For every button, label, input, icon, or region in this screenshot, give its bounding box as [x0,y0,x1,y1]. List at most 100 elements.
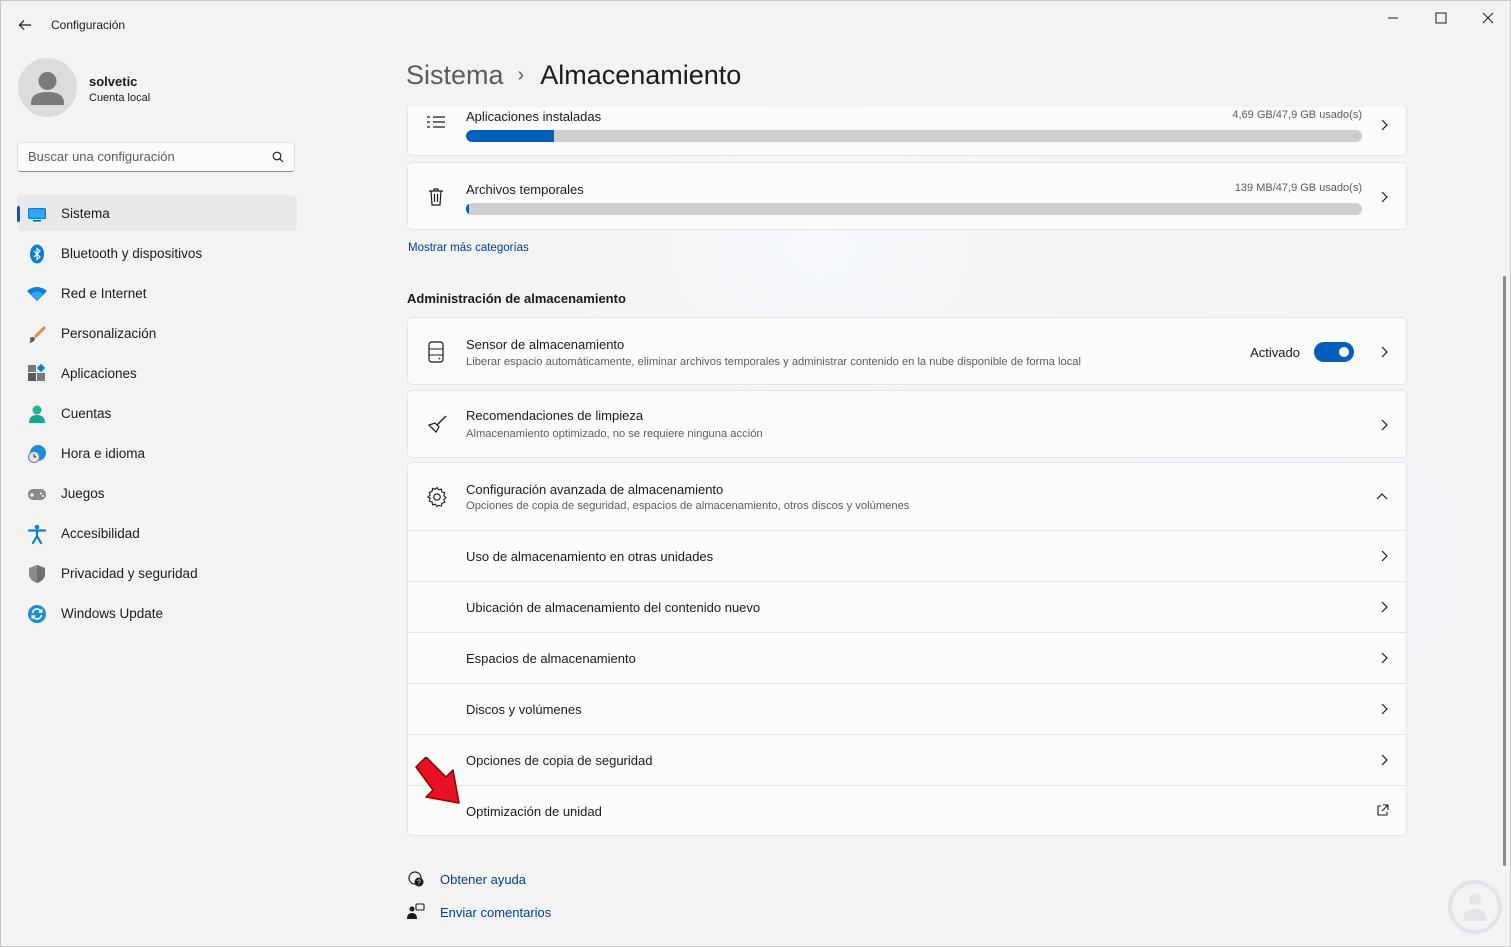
advanced-item-other-drives[interactable]: Uso de almacenamiento en otras unidades [408,530,1406,581]
sidebar-item-privacidad[interactable]: Privacidad y seguridad [17,555,297,591]
storage-category-installed-apps[interactable]: Aplicaciones instaladas 4,69 GB/47,9 GB … [407,107,1407,156]
advanced-item-label: Optimización de unidad [466,804,602,819]
advanced-storage-description: Opciones de copia de seguridad, espacios… [466,500,910,512]
advanced-item-backup-options[interactable]: Opciones de copia de seguridad [408,734,1406,785]
close-button[interactable] [1465,6,1511,30]
apps-icon [28,364,46,381]
advanced-item-label: Uso de almacenamiento en otras unidades [466,549,714,564]
trash-icon [429,188,443,206]
search-icon[interactable] [272,151,284,163]
sidebar-item-label: Cuentas [61,406,112,421]
avatar[interactable] [18,58,77,117]
gear-icon [427,486,447,508]
usage-bar [466,130,1362,142]
profile-account-type: Cuenta local [89,92,151,104]
sidebar-nav: Sistema Bluetooth y dispositivos Red e I… [17,195,297,635]
minimize-icon [1388,17,1398,19]
user-silhouette-icon [31,72,64,105]
wifi-icon [27,287,47,301]
title-bar: Configuración [0,0,1511,48]
sidebar-item-juegos[interactable]: Juegos [17,475,297,511]
advanced-storage-title: Configuración avanzada de almacenamiento [466,482,724,497]
svg-text:?: ? [417,880,421,887]
sidebar-item-label: Bluetooth y dispositivos [61,246,203,261]
storage-category-temp-files[interactable]: Archivos temporales 139 MB/47,9 GB usado… [407,162,1407,230]
chevron-right-icon [1381,191,1388,203]
usage-bar-fill [466,203,469,215]
advanced-item-storage-spaces[interactable]: Espacios de almacenamiento [408,632,1406,683]
chevron-up-icon [1376,493,1388,500]
advanced-storage-settings-card: Configuración avanzada de almacenamiento… [407,462,1407,836]
sidebar-item-label: Hora e idioma [61,446,146,461]
usage-bar-fill [466,130,554,142]
broom-icon [427,415,447,433]
get-help-label: Obtener ayuda [440,872,527,887]
category-usage: 4,69 GB/47,9 GB usado(s) [1232,109,1362,121]
page-title: Almacenamiento [540,60,742,90]
toggle-state-label: Activado [1250,345,1300,360]
annotation-arrow-icon [415,757,460,804]
sidebar-item-personalizacion[interactable]: Personalización [17,315,297,351]
feedback-icon [407,903,425,919]
sidebar-item-cuentas[interactable]: Cuentas [17,395,297,431]
chevron-right-icon [1381,703,1388,715]
cleanup-recommendations-card[interactable]: Recomendaciones de limpieza Almacenamien… [407,390,1407,458]
sidebar-item-hora[interactable]: Hora e idioma [17,435,297,471]
storage-sense-card[interactable]: Sensor de almacenamiento Liberar espacio… [407,317,1407,385]
watermark-logo-icon [1448,880,1502,934]
category-usage: 139 MB/47,9 GB usado(s) [1234,182,1362,194]
external-link-icon [1377,804,1389,816]
advanced-item-drive-optimization[interactable]: Optimización de unidad [408,785,1406,836]
sidebar-item-windows-update[interactable]: Windows Update [17,595,297,631]
cleanup-description: Almacenamiento optimizado, no se requier… [466,428,763,440]
chevron-right-icon [1381,754,1388,766]
sidebar-item-label: Aplicaciones [61,366,137,381]
back-button[interactable] [12,12,38,38]
gamepad-icon [28,489,46,500]
chevron-right-icon [1381,419,1388,431]
sidebar-item-label: Privacidad y seguridad [61,566,198,581]
shield-icon [29,565,45,583]
search-box[interactable] [17,142,295,172]
show-more-categories-link[interactable]: Mostrar más categorías [408,242,529,254]
scrollbar[interactable] [1503,276,1506,866]
minimize-button[interactable] [1370,6,1416,30]
sidebar-item-label: Accesibilidad [61,526,140,541]
sidebar-item-label: Red e Internet [61,286,147,301]
sidebar-item-label: Sistema [61,206,110,221]
advanced-item-disks-volumes[interactable]: Discos y volúmenes [408,683,1406,734]
sidebar-item-label: Juegos [61,486,105,501]
chevron-right-icon [1381,652,1388,664]
search-input[interactable] [28,149,258,164]
usage-bar [466,203,1362,215]
sidebar-item-bluetooth[interactable]: Bluetooth y dispositivos [17,235,297,271]
maximize-icon [1435,12,1447,24]
sidebar-item-accesibilidad[interactable]: Accesibilidad [17,515,297,551]
breadcrumb-parent[interactable]: Sistema [406,60,504,90]
sidebar-item-red[interactable]: Red e Internet [17,275,297,311]
cleanup-title: Recomendaciones de limpieza [466,408,644,423]
storage-sense-description: Liberar espacio automáticamente, elimina… [466,356,1082,368]
sidebar-item-sistema[interactable]: Sistema [17,195,297,231]
chevron-right-icon [1381,119,1388,131]
storage-sense-toggle[interactable] [1314,342,1354,362]
system-icon [28,208,46,222]
advanced-item-save-location[interactable]: Ubicación de almacenamiento del contenid… [408,581,1406,632]
drive-icon [428,341,444,363]
breadcrumb: Sistema › Almacenamiento [406,60,741,91]
help-icon: ? [408,871,424,887]
advanced-storage-header[interactable]: Configuración avanzada de almacenamiento… [408,463,1406,530]
chevron-right-icon [1381,346,1388,358]
send-feedback-label: Enviar comentarios [440,905,552,920]
accessibility-icon [27,524,47,544]
maximize-button[interactable] [1418,6,1464,30]
category-label: Aplicaciones instaladas [466,109,602,124]
chevron-right-icon [1381,601,1388,613]
update-icon [28,605,46,623]
advanced-item-label: Espacios de almacenamiento [466,651,636,666]
breadcrumb-separator: › [517,64,525,86]
section-title: Administración de almacenamiento [407,291,626,306]
advanced-item-label: Discos y volúmenes [466,702,582,717]
back-arrow-icon [18,20,31,30]
sidebar-item-aplicaciones[interactable]: Aplicaciones [17,355,297,391]
